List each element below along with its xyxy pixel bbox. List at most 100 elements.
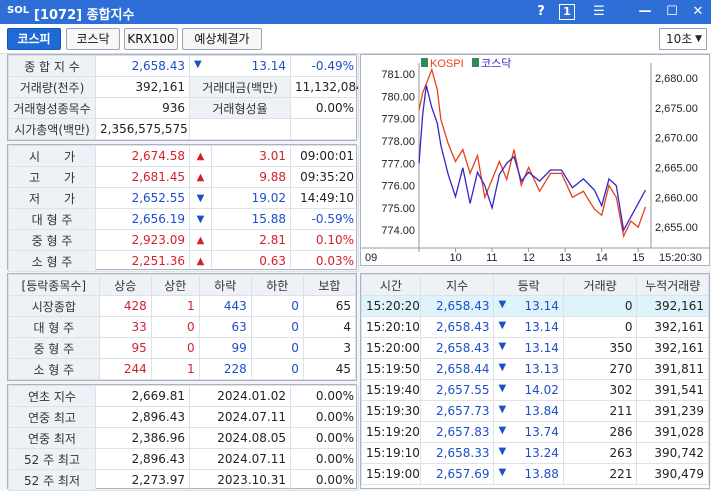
tick-change-value: 13.74 [524,425,559,439]
tab-krx100[interactable]: KRX100 [124,28,178,50]
y-left-tick: 781.00 [381,69,415,81]
empty-cell [290,118,359,140]
interval-select[interactable]: 10초 ▼ [659,28,707,50]
maximize-icon[interactable]: ☐ [662,3,682,21]
price-label: 중 형 주 [8,229,96,251]
breadth-up: 244 [98,358,152,380]
legend-swatch-kospi [421,58,428,67]
tab-kosdaq[interactable]: 코스닥 [66,28,120,50]
breadth-up: 428 [98,295,152,317]
price-value: 2,652.55 [95,187,190,209]
value-market-cap: 2,356,575,575 [95,118,190,140]
tick-row[interactable]: 15:20:10 2,658.43 ▼ 13.14 0 392,161 [361,316,709,338]
value-volume: 392,161 [95,76,190,98]
x-end-label: 15:20:30 [659,252,702,264]
price-time: 09:35:20 [290,166,359,188]
breadth-header-cell: 하락 [198,274,252,296]
breadth-up: 33 [98,316,152,338]
yearly-date: 2024.07.11 [189,406,291,428]
label-volume: 거래량(천주) [8,76,96,98]
tick-row[interactable]: 15:19:20 2,657.83 ▼ 13.74 286 391,028 [361,421,709,443]
price-value: 2,681.45 [95,166,190,188]
tick-change-value: 13.14 [524,299,559,313]
price-value: 2,674.58 [95,145,190,167]
screen-number-icon[interactable]: 1 [559,4,575,20]
price-value: 2,923.09 [95,229,190,251]
price-change: 2.81 [211,229,291,251]
tick-index: 2,658.43 [419,316,495,338]
tick-change: ▼ 13.24 [493,442,564,464]
tick-change-value: 13.24 [524,446,559,460]
legend-kospi: KOSPI [430,58,464,70]
y-left-tick: 780.00 [381,91,415,103]
yearly-pct: 0.00% [290,427,359,449]
chevron-down-icon: ▼ [695,34,702,44]
menu-icon[interactable]: ☰ [589,3,609,21]
series-line-kosdaq [418,85,647,233]
tick-time: 15:20:10 [361,316,421,338]
tick-row[interactable]: 15:19:00 2,657.69 ▼ 13.88 221 390,479 [361,463,709,485]
price-time: 14:49:10 [290,187,359,209]
tick-change-value: 13.13 [524,362,559,376]
intraday-chart[interactable]: 781.00 780.00 779.00 778.00 777.00 776.00 775.… [360,54,710,266]
tick-volume: 286 [562,421,638,443]
x-tick: 15 [632,252,644,264]
tick-cum-volume: 391,239 [636,400,709,422]
yearly-pct: 0.00% [290,469,359,491]
pct-composite-index: -0.49% [290,55,359,77]
yearly-row: 52 주 최고 2,896.43 2024.07.11 0.00% [8,448,359,470]
breadth-dn: 99 [198,337,252,359]
x-tick: 10 [450,252,462,264]
tick-panel: 시간 지수 등락 거래량 누적거래량 15:20:20 2,658.43 ▼ 13.14 0 392… [360,273,710,489]
price-row: 대 형 주 2,656.19 ▼ 15.88 -0.59% [8,208,359,230]
yearly-label: 연중 최저 [8,427,96,449]
tick-row[interactable]: 15:19:30 2,657.73 ▼ 13.84 211 391,239 [361,400,709,422]
down-arrow-icon: ▼ [498,404,507,415]
tab-kospi[interactable]: 코스피 [7,28,61,50]
legend-kosdaq: 코스닥 [481,57,511,70]
tick-row[interactable]: 15:20:00 2,658.43 ▼ 13.14 350 392,161 [361,337,709,359]
tick-time: 15:20:20 [361,295,421,317]
yearly-row: 연중 최저 2,386.96 2024.08.05 0.00% [8,427,359,449]
down-arrow-icon: ▼ [194,59,202,70]
tick-volume: 270 [562,358,638,380]
chart-svg: 781.00 780.00 779.00 778.00 777.00 776.00 775.… [361,57,709,264]
tick-time: 15:19:50 [361,358,421,380]
label-market-cap: 시가총액(백만) [8,118,96,140]
price-change: 3.01 [211,145,291,167]
tick-row[interactable]: 15:19:40 2,657.55 ▼ 14.02 302 391,541 [361,379,709,401]
tick-header-cell: 등락 [493,274,564,296]
yearly-label: 52 주 최고 [8,448,96,470]
y-right-tick: 2,665.00 [655,162,698,174]
tick-header-cell: 거래량 [562,274,638,296]
x-tick: 09 [365,252,377,264]
tick-row[interactable]: 15:19:50 2,658.44 ▼ 13.13 270 391,811 [361,358,709,380]
price-pct: 0.10% [290,229,359,251]
summary-row-index: 종 합 지 수 2,658.43 ▼ 13.14 -0.49% [8,55,359,77]
breadth-header-cell: 보합 [302,274,357,296]
tick-row[interactable]: 15:19:10 2,658.33 ▼ 13.24 263 390,742 [361,442,709,464]
tick-row[interactable]: 15:20:20 2,658.43 ▼ 13.14 0 392,161 [361,295,709,317]
yearly-value: 2,896.43 [95,448,190,470]
breadth-up: 95 [98,337,152,359]
help-icon[interactable]: ? [531,3,551,21]
tick-time: 15:19:30 [361,400,421,422]
value-traded-rate: 0.00% [290,97,359,119]
breadth-flat: 65 [302,295,357,317]
tick-index: 2,657.73 [419,400,495,422]
tab-expected-price[interactable]: 예상체결가 [182,28,262,50]
tick-time: 15:19:40 [361,379,421,401]
tick-time: 15:19:10 [361,442,421,464]
breadth-dnlim: 0 [250,295,304,317]
window-title: [1072] 종합지수 [34,8,135,23]
yearly-date: 2024.08.05 [189,427,291,449]
summary-row-traded-count: 거래형성종목수 936 거래형성율 0.00% [8,97,359,119]
tick-time: 15:20:00 [361,337,421,359]
close-icon[interactable]: ✕ [688,3,708,21]
minimize-icon[interactable]: — [635,3,655,21]
tick-volume: 0 [562,295,638,317]
yearly-label: 연중 최고 [8,406,96,428]
breadth-row: 시장종합 428 1 443 0 65 [8,295,357,317]
tick-cum-volume: 391,541 [636,379,709,401]
breadth-uplim: 1 [150,295,200,317]
